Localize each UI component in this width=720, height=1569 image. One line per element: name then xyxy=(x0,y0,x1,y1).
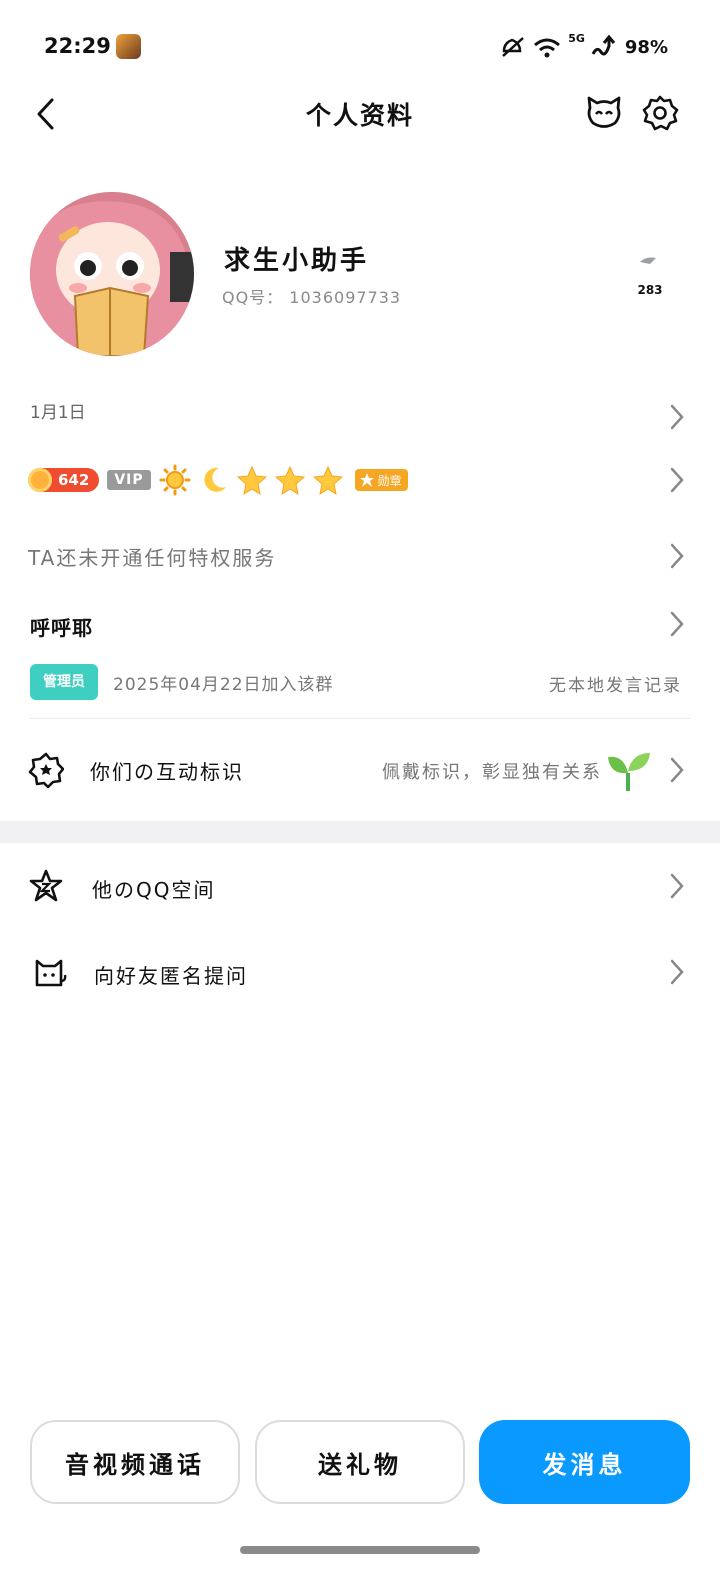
birthday-text[interactable]: 1月1日 xyxy=(30,398,86,423)
medal-star-icon xyxy=(359,473,374,487)
profile-nickname: 求生小助手 xyxy=(224,246,370,276)
level-badges[interactable]: 642 VIP 勋章 xyxy=(28,463,408,497)
signal-icon xyxy=(591,34,616,56)
chevron-right-icon[interactable] xyxy=(668,609,686,639)
vip-badge: VIP xyxy=(107,470,151,490)
battery-percent: 98% xyxy=(624,36,668,58)
qzone-entry[interactable]: 他のQQ空间 xyxy=(92,874,215,903)
admin-badge: 管理员 xyxy=(30,664,98,700)
sun-level-icon xyxy=(159,464,191,496)
send-gift-button[interactable]: 送礼物 xyxy=(255,1420,465,1504)
privilege-status[interactable]: TA还未开通任何特权服务 xyxy=(28,542,276,571)
qq-number: 1036097733 xyxy=(289,288,402,307)
avatar-illustration xyxy=(30,192,194,356)
divider xyxy=(30,718,690,719)
moon-level-icon xyxy=(204,467,226,492)
interaction-badge-label[interactable]: 你们の互动标识 xyxy=(90,756,244,785)
avatar[interactable] xyxy=(30,192,194,356)
like-icon[interactable] xyxy=(638,254,658,266)
chevron-right-icon[interactable] xyxy=(668,402,686,432)
star-level-icon xyxy=(274,465,305,495)
group-nickname[interactable]: 呼呼耶 xyxy=(30,612,93,641)
interaction-badge-icon xyxy=(28,752,64,788)
qq-number-line: QQ号： 1036097733 xyxy=(222,284,401,308)
star-level-icon xyxy=(236,465,267,495)
chevron-right-icon[interactable] xyxy=(668,871,686,901)
notification-app-icon xyxy=(116,34,141,59)
qzone-star-icon xyxy=(29,869,63,902)
chevron-right-icon[interactable] xyxy=(668,957,686,987)
gear-icon[interactable] xyxy=(641,94,679,132)
qq-label: QQ号： xyxy=(222,288,284,307)
mute-icon xyxy=(502,37,525,57)
pet-cat-icon[interactable] xyxy=(585,94,623,132)
status-icons: 5G 98% xyxy=(500,32,668,62)
anonymous-ask-entry[interactable]: 向好友匿名提问 xyxy=(94,960,248,989)
group-join-date: 2025年04月22日加入该群 xyxy=(113,675,334,695)
send-message-button[interactable]: 发消息 xyxy=(479,1420,690,1504)
level-coin-value: 642 xyxy=(58,471,90,489)
chevron-right-icon[interactable] xyxy=(668,755,686,785)
interaction-badge-hint: 佩戴标识，彰显独有关系 xyxy=(382,762,602,783)
speak-record-status: 无本地发言记录 xyxy=(549,676,682,696)
status-time: 22:29 xyxy=(44,34,111,58)
section-separator xyxy=(0,821,720,843)
level-coin-badge: 642 xyxy=(28,468,100,492)
coin-icon xyxy=(28,468,52,492)
medal-label: 勋章 xyxy=(377,473,402,488)
chevron-right-icon[interactable] xyxy=(668,465,686,495)
video-call-button[interactable]: 音视频通话 xyxy=(30,1420,240,1504)
star-level-icon xyxy=(312,465,343,495)
home-indicator[interactable] xyxy=(240,1546,480,1554)
sprout-icon xyxy=(608,753,650,791)
medal-badge: 勋章 xyxy=(354,469,408,491)
network-type: 5G xyxy=(568,32,585,45)
wifi-icon xyxy=(534,38,561,58)
like-count[interactable]: 283 xyxy=(630,283,670,297)
anonymous-cat-icon xyxy=(35,959,67,987)
chevron-right-icon[interactable] xyxy=(668,541,686,571)
